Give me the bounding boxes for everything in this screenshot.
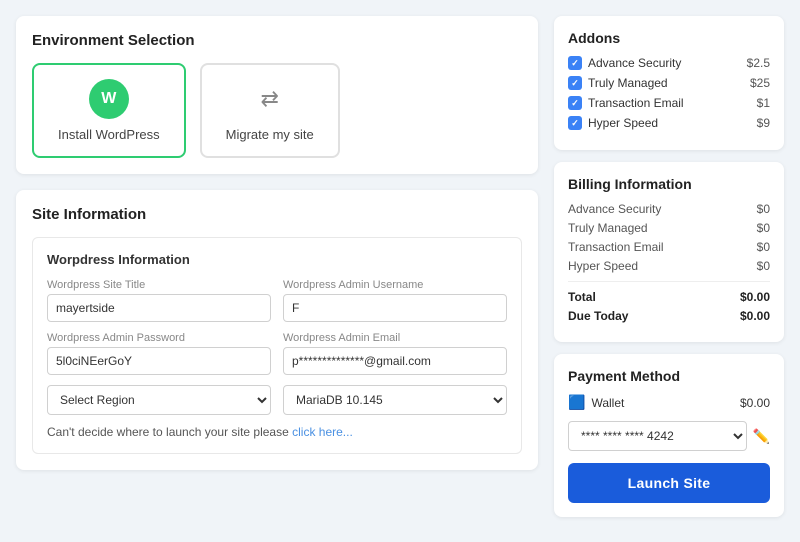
card-select[interactable]: **** **** **** 4242 [568,421,747,451]
addon-truly-managed: Truly Managed $25 [568,76,770,90]
addon-transaction-email-label: Transaction Email [588,96,684,110]
billing-section: Billing Information Advance Security $0 … [554,162,784,342]
addons-section: Addons Advance Security $2.5 Truly Manag… [554,16,784,150]
edit-card-icon[interactable]: ✏️ [753,428,770,445]
card-select-row: **** **** **** 4242 ✏️ [568,421,770,451]
payment-method-section: Payment Method 🟦 Wallet $0.00 **** **** … [554,354,784,517]
site-information-section: Site Information Worpdress Information W… [16,190,538,470]
billing-total: Total $0.00 [568,290,770,304]
wallet-label: Wallet [591,396,624,410]
addons-title: Addons [568,30,770,46]
billing-truly-managed-price: $0 [757,221,770,235]
wordpress-info-block: Worpdress Information Wordpress Site Tit… [32,237,522,454]
billing-advance-security: Advance Security $0 [568,202,770,216]
billing-due-today-value: $0.00 [740,309,770,323]
env-option-install-wp[interactable]: W Install WordPress [32,63,186,158]
addon-advance-security-price: $2.5 [747,56,770,70]
site-title-label: Wordpress Site Title [47,279,271,291]
env-option-migrate-label: Migrate my site [226,127,314,142]
addon-transaction-email-price: $1 [757,96,770,110]
wordpress-sub-title: Worpdress Information [47,252,507,267]
billing-transaction-email: Transaction Email $0 [568,240,770,254]
admin-password-group: Wordpress Admin Password [47,332,271,375]
site-title-group: Wordpress Site Title [47,279,271,322]
form-row-1: Wordpress Site Title Wordpress Admin Use… [47,279,507,322]
select-row: Select Region US East US West EU West As… [47,385,507,415]
region-select[interactable]: Select Region US East US West EU West As… [47,385,271,415]
site-information-title: Site Information [32,206,522,223]
region-select-group: Select Region US East US West EU West As… [47,385,271,415]
billing-truly-managed-label: Truly Managed [568,221,648,235]
wp-icon: W [89,79,129,119]
addon-truly-managed-price: $25 [750,76,770,90]
billing-transaction-email-price: $0 [757,240,770,254]
db-select[interactable]: MariaDB 10.145 MySQL 8.0 PostgreSQL 14 [283,385,507,415]
cant-decide-link[interactable]: click here... [292,425,353,439]
right-panel: Addons Advance Security $2.5 Truly Manag… [554,16,784,517]
admin-username-label: Wordpress Admin Username [283,279,507,291]
env-options: W Install WordPress ⇄ Migrate my site [32,63,522,158]
addon-hyper-speed-label: Hyper Speed [588,116,658,130]
billing-advance-security-label: Advance Security [568,202,661,216]
billing-transaction-email-label: Transaction Email [568,240,664,254]
addon-truly-managed-checkbox[interactable] [568,76,582,90]
billing-hyper-speed-price: $0 [757,259,770,273]
billing-divider [568,281,770,282]
billing-advance-security-price: $0 [757,202,770,216]
payment-method-title: Payment Method [568,368,770,384]
billing-total-label: Total [568,290,596,304]
addon-advance-security-checkbox[interactable] [568,56,582,70]
billing-hyper-speed-label: Hyper Speed [568,259,638,273]
left-panel: Environment Selection W Install WordPres… [16,16,538,517]
admin-email-input[interactable] [283,347,507,375]
addon-transaction-email: Transaction Email $1 [568,96,770,110]
site-title-input[interactable] [47,294,271,322]
addon-advance-security-label: Advance Security [588,56,681,70]
admin-password-input[interactable] [47,347,271,375]
billing-truly-managed: Truly Managed $0 [568,221,770,235]
addon-hyper-speed-price: $9 [757,116,770,130]
cant-decide-text: Can't decide where to launch your site p… [47,425,507,439]
billing-due-today: Due Today $0.00 [568,309,770,323]
db-select-group: MariaDB 10.145 MySQL 8.0 PostgreSQL 14 [283,385,507,415]
wallet-icon: 🟦 [568,394,585,411]
billing-title: Billing Information [568,176,770,192]
wallet-value: $0.00 [740,396,770,410]
addon-advance-security: Advance Security $2.5 [568,56,770,70]
addon-truly-managed-label: Truly Managed [588,76,668,90]
launch-site-button[interactable]: Launch Site [568,463,770,503]
migrate-icon: ⇄ [250,79,290,119]
environment-selection-section: Environment Selection W Install WordPres… [16,16,538,174]
billing-hyper-speed: Hyper Speed $0 [568,259,770,273]
env-option-migrate[interactable]: ⇄ Migrate my site [200,63,340,158]
addon-hyper-speed: Hyper Speed $9 [568,116,770,130]
admin-password-label: Wordpress Admin Password [47,332,271,344]
billing-total-value: $0.00 [740,290,770,304]
wallet-row: 🟦 Wallet $0.00 [568,394,770,411]
addon-hyper-speed-checkbox[interactable] [568,116,582,130]
admin-username-group: Wordpress Admin Username [283,279,507,322]
env-option-install-wp-label: Install WordPress [58,127,160,142]
admin-username-input[interactable] [283,294,507,322]
billing-due-today-label: Due Today [568,309,628,323]
addon-transaction-email-checkbox[interactable] [568,96,582,110]
environment-title: Environment Selection [32,32,522,49]
form-row-2: Wordpress Admin Password Wordpress Admin… [47,332,507,375]
admin-email-group: Wordpress Admin Email [283,332,507,375]
admin-email-label: Wordpress Admin Email [283,332,507,344]
